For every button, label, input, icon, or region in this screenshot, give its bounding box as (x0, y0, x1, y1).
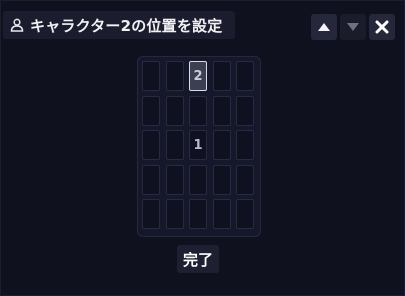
grid-cell[interactable] (236, 130, 254, 160)
grid-cell[interactable] (189, 164, 207, 195)
grid-cell[interactable] (236, 164, 254, 195)
grid-cell[interactable] (165, 199, 184, 229)
grid-cell[interactable] (165, 130, 184, 160)
grid-cell[interactable] (142, 130, 160, 160)
move-up-button[interactable] (311, 14, 337, 40)
move-down-button[interactable] (340, 14, 366, 40)
triangle-up-icon (318, 23, 330, 31)
close-icon (375, 20, 389, 34)
grid-cell[interactable] (142, 95, 160, 126)
grid-cell[interactable] (236, 95, 254, 126)
position-dialog: キャラクター2の位置を設定 21 完了 (0, 0, 405, 296)
close-button[interactable] (369, 14, 395, 40)
grid-cell[interactable] (212, 61, 231, 91)
grid-cell[interactable] (236, 61, 254, 91)
grid-cell[interactable] (212, 130, 231, 160)
grid-cell[interactable] (189, 95, 207, 126)
grid-cell[interactable] (142, 61, 160, 91)
dialog-title-bar: キャラクター2の位置を設定 (3, 11, 235, 39)
grid-cell[interactable] (142, 199, 160, 229)
grid-cell[interactable] (212, 199, 231, 229)
user-icon (10, 18, 24, 32)
grid-cell[interactable] (142, 164, 160, 195)
grid-cell[interactable]: 1 (189, 130, 207, 160)
grid-cell-selected[interactable]: 2 (189, 61, 207, 91)
triangle-down-icon (347, 23, 359, 31)
grid-cell[interactable] (165, 61, 184, 91)
grid-cell[interactable] (189, 199, 207, 229)
grid-cell[interactable] (165, 164, 184, 195)
grid-cell[interactable] (236, 199, 254, 229)
grid-cell[interactable] (165, 95, 184, 126)
grid-cell[interactable] (212, 95, 231, 126)
position-grid: 21 (137, 56, 261, 237)
dialog-title: キャラクター2の位置を設定 (30, 16, 223, 35)
grid-cell[interactable] (212, 164, 231, 195)
done-button[interactable]: 完了 (177, 245, 219, 273)
